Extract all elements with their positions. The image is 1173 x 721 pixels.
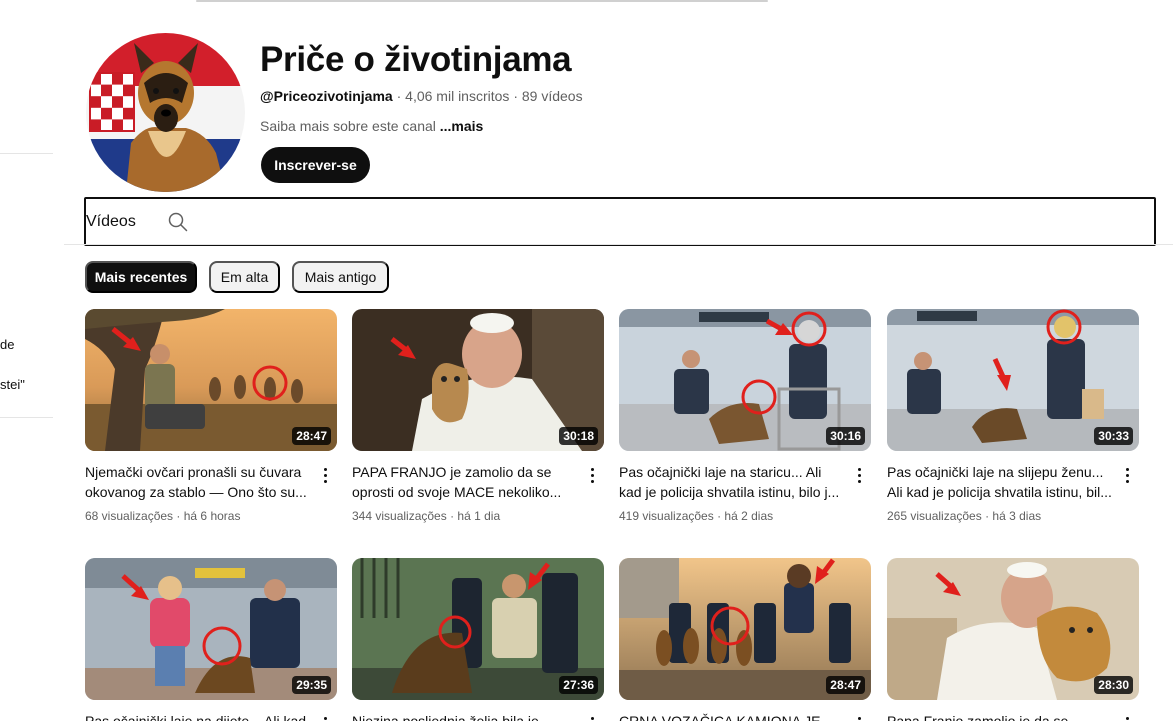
meta-separator: · [396,88,402,104]
chip-mais-antigo[interactable]: Mais antigo [292,261,389,293]
meta-separator: · [450,509,455,523]
video-thumbnail[interactable]: 30:33 [887,309,1139,451]
upload-age: há 2 dias [724,509,774,523]
video-meta: 419 visualizações · há 2 dias [619,509,773,523]
video-thumbnail[interactable]: 27:36 [352,558,604,700]
view-count: 419 visualizações [619,509,714,523]
video-duration: 29:35 [292,676,331,694]
top-scrollbar [196,0,768,2]
video-count: 89 vídeos [521,88,583,104]
video-duration: 30:16 [826,427,865,445]
channel-avatar[interactable] [86,33,245,192]
video-duration: 28:30 [1094,676,1133,694]
video-meta: 68 visualizações · há 6 horas [85,509,240,523]
video-duration: 27:36 [559,676,598,694]
video-thumbnail[interactable]: 30:16 [619,309,871,451]
video-thumbnail[interactable]: 28:47 [619,558,871,700]
video-title[interactable]: Pas očajnički laje na dijete... Ali kad [85,711,310,721]
meta-separator: · [717,509,722,523]
chip-mais-recentes[interactable]: Mais recentes [85,261,197,293]
sidebar-divider [0,417,53,418]
channel-name: Priče o životinjama [260,40,572,79]
upload-age: há 6 horas [183,509,241,523]
video-meta: 344 visualizações · há 1 dia [352,509,500,523]
more-actions-icon[interactable] [1115,712,1139,721]
meta-separator: · [985,509,990,523]
more-actions-icon[interactable] [847,712,871,721]
video-thumbnail[interactable]: 28:47 [85,309,337,451]
channel-tab-bar: Vídeos [84,197,1156,246]
more-actions-icon[interactable] [847,463,871,487]
more-actions-icon[interactable] [313,712,337,721]
subscriber-count: 4,06 mil inscritos [405,88,510,104]
upload-age: há 3 dias [992,509,1042,523]
search-icon[interactable] [168,212,188,232]
about-more-link[interactable]: ...mais [440,118,484,134]
video-card[interactable]: 28:30 Papa Franjo zamolio je da se opros… [887,558,1139,721]
video-thumbnail[interactable]: 29:35 [85,558,337,700]
upload-age: há 1 dia [457,509,501,523]
meta-separator: · [513,88,518,104]
chip-em-alta[interactable]: Em alta [209,261,280,293]
video-duration: 30:33 [1094,427,1133,445]
meta-separator: · [176,509,181,523]
tab-divider [64,244,1173,245]
channel-handle: @Priceozivotinjama [260,88,393,104]
video-duration: 30:18 [559,427,598,445]
video-card[interactable]: 28:47 CRNA VOZAČICA KAMIONA JE [619,558,871,721]
video-title[interactable]: Njemački ovčari pronašli su čuvara okova… [85,462,310,502]
more-actions-icon[interactable] [580,463,604,487]
view-count: 344 visualizações [352,509,447,523]
view-count: 265 visualizações [887,509,982,523]
video-title[interactable]: Pas očajnički laje na staricu... Ali kad… [619,462,844,502]
subscribe-button[interactable]: Inscrever-se [261,147,370,183]
sidebar-divider [0,153,53,154]
video-title[interactable]: Papa Franjo zamolio je da se oprosti [887,711,1112,721]
more-actions-icon[interactable] [1115,463,1139,487]
video-title[interactable]: PAPA FRANJO je zamolio da se oprosti od … [352,462,577,502]
video-card[interactable]: 27:36 Njezina posljednja želja bila je [352,558,604,721]
channel-about-link[interactable]: Saiba mais sobre este canal ...mais [260,118,483,134]
video-duration: 28:47 [292,427,331,445]
sidebar-item-fragment[interactable]: stei" [0,377,25,392]
video-thumbnail[interactable]: 28:30 [887,558,1139,700]
video-thumbnail[interactable]: 30:18 [352,309,604,451]
video-duration: 28:47 [826,676,865,694]
video-card[interactable]: 30:33 Pas očajnički laje na slijepu ženu… [887,309,1139,523]
more-actions-icon[interactable] [313,463,337,487]
video-meta: 265 visualizações · há 3 dias [887,509,1041,523]
view-count: 68 visualizações [85,509,174,523]
video-card[interactable]: 29:35 Pas očajnički laje na dijete... Al… [85,558,337,721]
tab-videos[interactable]: Vídeos [86,213,136,231]
video-title[interactable]: CRNA VOZAČICA KAMIONA JE [619,711,844,721]
video-title[interactable]: Njezina posljednja želja bila je [352,711,577,721]
about-text: Saiba mais sobre este canal [260,118,436,134]
video-card[interactable]: 30:18 PAPA FRANJO je zamolio da se opros… [352,309,604,523]
video-title[interactable]: Pas očajnički laje na slijepu ženu... Al… [887,462,1112,502]
video-card[interactable]: 28:47 Njemački ovčari pronašli su čuvara… [85,309,337,523]
more-actions-icon[interactable] [580,712,604,721]
channel-meta: @Priceozivotinjama · 4,06 mil inscritos … [260,88,583,104]
video-card[interactable]: 30:16 Pas očajnički laje na staricu... A… [619,309,871,523]
sidebar-item-fragment[interactable]: de [0,337,14,352]
